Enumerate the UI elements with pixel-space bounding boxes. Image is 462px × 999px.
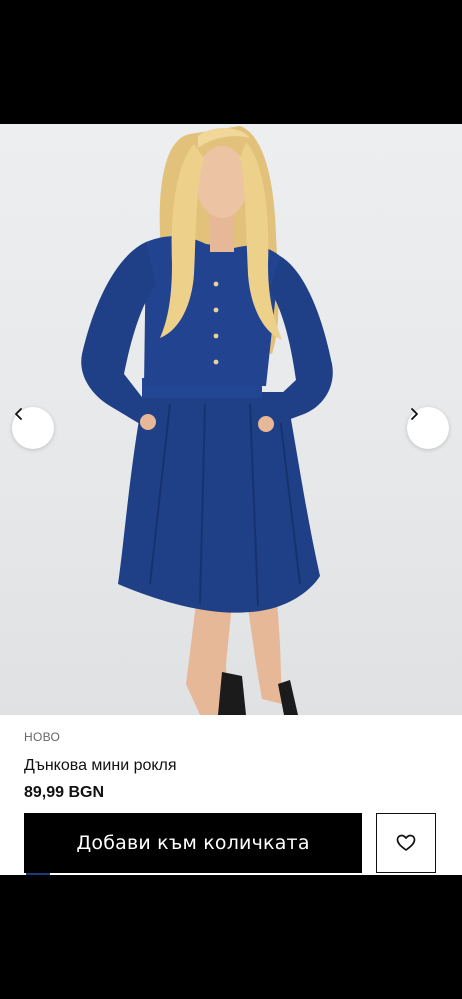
add-to-cart-button[interactable]: Добави към количката bbox=[24, 813, 362, 873]
scroll-indicator bbox=[26, 873, 50, 875]
product-photo bbox=[81, 126, 333, 715]
chevron-right-icon bbox=[411, 408, 418, 420]
wishlist-button[interactable] bbox=[376, 813, 436, 873]
new-badge: НОВО bbox=[24, 730, 61, 744]
product-image-gallery[interactable] bbox=[0, 124, 462, 715]
gallery-next-button[interactable] bbox=[407, 407, 449, 449]
product-price: 89,99 BGN bbox=[24, 784, 105, 801]
heart-icon bbox=[396, 834, 416, 851]
product-title: Дънкова мини рокля bbox=[24, 757, 177, 774]
gallery-prev-button[interactable] bbox=[12, 407, 54, 449]
product-screen: НОВО Дънкова мини рокля 89,99 BGN Добави… bbox=[0, 124, 462, 875]
chevron-left-icon bbox=[15, 408, 22, 420]
